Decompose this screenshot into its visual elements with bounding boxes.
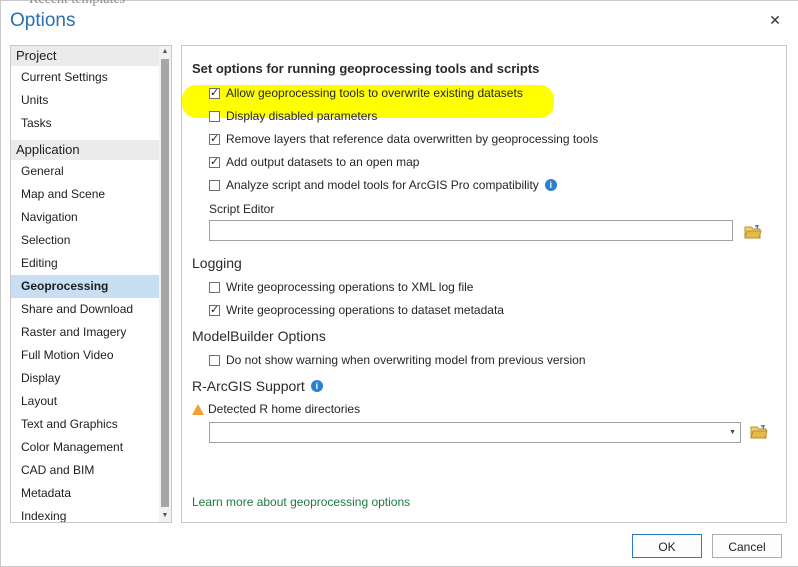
nav-item[interactable]: Share and Download: [11, 298, 160, 321]
option-checkbox[interactable]: [209, 155, 220, 168]
nav-item[interactable]: Selection: [11, 229, 160, 252]
nav-item[interactable]: Layout: [11, 390, 160, 413]
option-label: Do not show warning when overwriting mod…: [226, 353, 586, 367]
background-text: Recent templates: [29, 0, 125, 8]
option-row: Allow geoprocessing tools to overwrite e…: [209, 85, 523, 101]
option-label: Display disabled parameters: [226, 109, 378, 123]
option-checkbox[interactable]: [209, 281, 220, 293]
option-row: Write geoprocessing operations to datase…: [209, 302, 504, 318]
option-checkbox[interactable]: [209, 132, 220, 145]
option-row: Do not show warning when overwriting mod…: [209, 352, 586, 368]
nav-scrollbar[interactable]: ▲ ▼: [159, 46, 171, 522]
option-label: Analyze script and model tools for ArcGI…: [226, 178, 539, 192]
script-editor-field[interactable]: [209, 220, 733, 241]
nav-item[interactable]: Geoprocessing: [11, 275, 160, 298]
scroll-up-icon[interactable]: ▲: [159, 46, 171, 58]
nav-item[interactable]: Raster and Imagery: [11, 321, 160, 344]
ok-button[interactable]: OK: [632, 534, 702, 558]
nav-item[interactable]: Units: [11, 89, 160, 112]
r-home-dropdown[interactable]: ▼: [209, 422, 741, 443]
nav-list: Project Current Settings Units Tasks Applica…: [11, 46, 171, 522]
option-label: Write geoprocessing operations to XML lo…: [226, 280, 474, 294]
option-label: Write geoprocessing operations to datase…: [226, 303, 504, 317]
nav-item[interactable]: Navigation: [11, 206, 160, 229]
option-checkbox[interactable]: [209, 179, 220, 191]
scroll-down-icon[interactable]: ▼: [159, 510, 171, 522]
option-checkbox[interactable]: [209, 303, 220, 316]
nav-item[interactable]: General: [11, 160, 160, 183]
option-label: Allow geoprocessing tools to overwrite e…: [226, 86, 523, 100]
nav-item[interactable]: Color Management: [11, 436, 160, 459]
nav-item[interactable]: Tasks: [11, 112, 160, 135]
logging-header: Logging: [192, 255, 242, 271]
cancel-button[interactable]: Cancel: [712, 534, 782, 558]
options-dialog: Recent templates Options ✕ ProjectCurren…: [0, 0, 798, 567]
info-icon[interactable]: i: [544, 179, 557, 191]
option-checkbox[interactable]: [209, 86, 220, 99]
close-icon[interactable]: ✕: [767, 12, 783, 28]
scroll-thumb[interactable]: [161, 59, 169, 507]
option-row: Display disabled parameters: [209, 108, 377, 124]
warning-icon: [192, 403, 204, 415]
nav-item[interactable]: CAD and BIM: [11, 459, 160, 482]
nav-item[interactable]: Map and Scene: [11, 183, 160, 206]
r-detected-row: Detected R home directories: [192, 401, 360, 417]
folder-open-icon[interactable]: [750, 425, 768, 439]
chevron-down-icon[interactable]: ▼: [729, 429, 736, 436]
option-row: Remove layers that reference data overwr…: [209, 131, 598, 147]
nav-item[interactable]: Editing: [11, 252, 160, 275]
nav-item[interactable]: Current Settings: [11, 66, 160, 89]
options-nav: Project Current Settings Units Tasks Applica…: [10, 45, 172, 523]
options-panel: Set options for running geoprocessing to…: [181, 45, 787, 523]
nav-group-header: Application: [11, 140, 160, 160]
nav-item[interactable]: Metadata: [11, 482, 160, 505]
nav-item[interactable]: Full Motion Video: [11, 344, 160, 367]
option-checkbox[interactable]: [209, 110, 220, 122]
option-row: Write geoprocessing operations to XML lo…: [209, 279, 473, 295]
option-label: Remove layers that reference data overwr…: [226, 132, 599, 146]
script-editor-label: Script Editor: [209, 202, 275, 216]
folder-open-icon[interactable]: [744, 225, 762, 239]
r-support-header: R-ArcGIS Support i: [192, 378, 323, 394]
main-header: Set options for running geoprocessing to…: [192, 61, 540, 76]
dialog-title: Options: [10, 10, 76, 31]
nav-group-header: Project: [11, 46, 160, 66]
option-label: Add output datasets to an open map: [226, 155, 420, 169]
nav-item[interactable]: Indexing: [11, 505, 160, 522]
option-checkbox[interactable]: [209, 354, 220, 366]
nav-item[interactable]: Text and Graphics: [11, 413, 160, 436]
option-row: Add output datasets to an open map: [209, 154, 419, 170]
option-row: Analyze script and model tools for ArcGI…: [209, 177, 557, 193]
info-icon[interactable]: i: [310, 380, 323, 392]
modelbuilder-header: ModelBuilder Options: [192, 328, 326, 344]
learn-more-link[interactable]: Learn more about geoprocessing options: [192, 495, 410, 509]
nav-item[interactable]: Display: [11, 367, 160, 390]
